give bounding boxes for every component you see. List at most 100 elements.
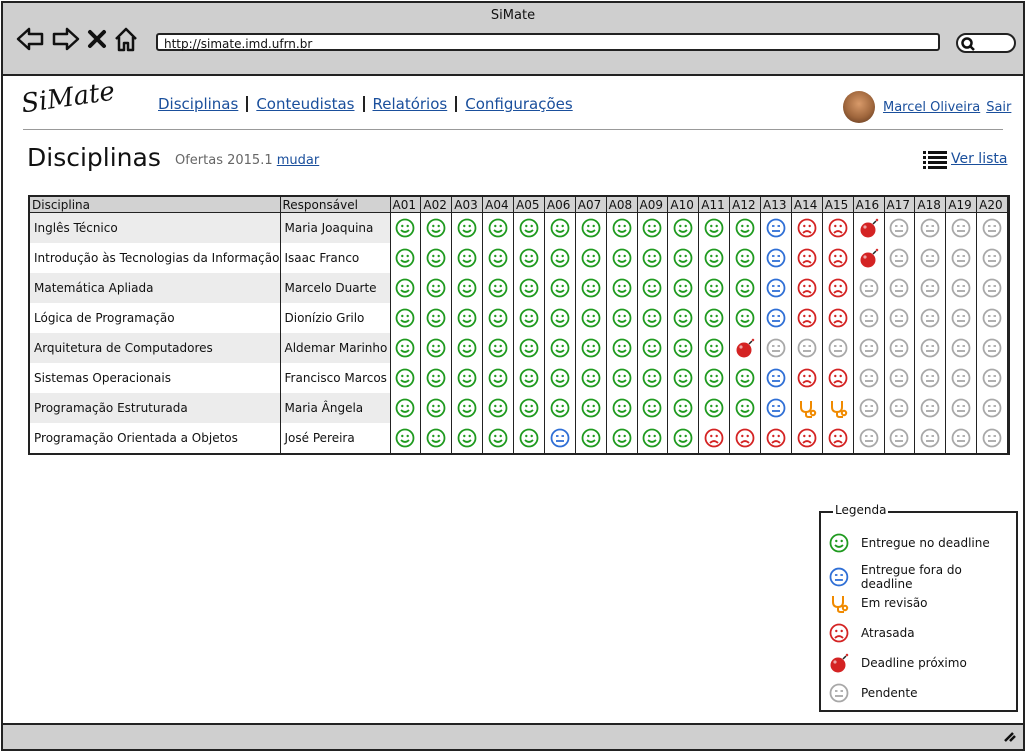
table-row[interactable]: Inglês Técnico Maria Joaquina [30, 212, 1008, 243]
discipline-cell[interactable]: Introdução às Tecnologias da Informação [30, 243, 281, 273]
activity-status-cell[interactable] [667, 273, 700, 303]
activity-status-cell[interactable] [482, 212, 514, 243]
home-icon[interactable] [113, 25, 139, 53]
activity-status-cell[interactable] [544, 363, 576, 393]
resize-grip-icon[interactable] [1003, 729, 1017, 743]
table-row[interactable]: Programação Estruturada Maria Ângela [30, 393, 1008, 423]
activity-status-cell[interactable] [575, 393, 607, 423]
activity-status-cell[interactable] [853, 212, 885, 243]
activity-status-cell[interactable] [698, 212, 731, 243]
activity-status-cell[interactable] [575, 333, 607, 363]
activity-status-cell[interactable] [853, 273, 885, 303]
logout-link[interactable]: Sair [986, 100, 1011, 115]
column-header-a05[interactable]: A05 [513, 197, 545, 213]
table-row[interactable]: Lógica de Programação Dionízio Grilo [30, 303, 1008, 333]
activity-status-cell[interactable] [575, 273, 607, 303]
activity-status-cell[interactable] [451, 333, 484, 363]
activity-status-cell[interactable] [513, 393, 545, 423]
activity-status-cell[interactable] [729, 393, 761, 423]
activity-status-cell[interactable] [760, 423, 792, 453]
activity-status-cell[interactable] [760, 393, 792, 423]
responsible-cell[interactable]: Marcelo Duarte [280, 273, 391, 303]
activity-status-cell[interactable] [667, 393, 700, 423]
activity-status-cell[interactable] [945, 243, 978, 273]
activity-status-cell[interactable] [667, 212, 700, 243]
responsible-cell[interactable]: Francisco Marcos [280, 363, 391, 393]
activity-status-cell[interactable] [482, 393, 514, 423]
activity-status-cell[interactable] [729, 423, 761, 453]
activity-status-cell[interactable] [698, 363, 731, 393]
activity-status-cell[interactable] [451, 273, 484, 303]
column-header-a11[interactable]: A11 [698, 197, 731, 213]
activity-status-cell[interactable] [390, 363, 422, 393]
change-offer-link[interactable]: mudar [277, 153, 319, 168]
activity-status-cell[interactable] [945, 303, 978, 333]
activity-status-cell[interactable] [729, 212, 761, 243]
activity-status-cell[interactable] [606, 303, 638, 333]
activity-status-cell[interactable] [853, 393, 885, 423]
column-header-a07[interactable]: A07 [575, 197, 607, 213]
activity-status-cell[interactable] [698, 423, 731, 453]
activity-status-cell[interactable] [544, 273, 576, 303]
activity-status-cell[interactable] [451, 243, 484, 273]
activity-status-cell[interactable] [698, 333, 731, 363]
activity-status-cell[interactable] [945, 212, 978, 243]
activity-status-cell[interactable] [667, 423, 700, 453]
activity-status-cell[interactable] [637, 243, 669, 273]
activity-status-cell[interactable] [544, 243, 576, 273]
activity-status-cell[interactable] [420, 303, 453, 333]
nav-disciplinas[interactable]: Disciplinas [158, 95, 238, 113]
activity-status-cell[interactable] [884, 363, 916, 393]
activity-status-cell[interactable] [513, 243, 545, 273]
activity-status-cell[interactable] [420, 212, 453, 243]
column-header-a19[interactable]: A19 [945, 197, 978, 213]
activity-status-cell[interactable] [791, 363, 823, 393]
activity-status-cell[interactable] [667, 333, 700, 363]
activity-status-cell[interactable] [451, 363, 484, 393]
activity-status-cell[interactable] [945, 423, 978, 453]
forward-icon[interactable] [51, 25, 81, 53]
activity-status-cell[interactable] [606, 212, 638, 243]
activity-status-cell[interactable] [637, 423, 669, 453]
activity-status-cell[interactable] [914, 243, 947, 273]
responsible-cell[interactable]: José Pereira [280, 423, 391, 453]
activity-status-cell[interactable] [791, 243, 823, 273]
activity-status-cell[interactable] [884, 212, 916, 243]
activity-status-cell[interactable] [637, 363, 669, 393]
activity-status-cell[interactable] [420, 393, 453, 423]
activity-status-cell[interactable] [606, 273, 638, 303]
column-header-a10[interactable]: A10 [667, 197, 700, 213]
activity-status-cell[interactable] [513, 363, 545, 393]
activity-status-cell[interactable] [760, 212, 792, 243]
activity-status-cell[interactable] [729, 363, 761, 393]
activity-status-cell[interactable] [945, 363, 978, 393]
activity-status-cell[interactable] [482, 423, 514, 453]
activity-status-cell[interactable] [482, 273, 514, 303]
column-header-a12[interactable]: A12 [729, 197, 761, 213]
activity-status-cell[interactable] [482, 303, 514, 333]
activity-status-cell[interactable] [791, 333, 823, 363]
activity-status-cell[interactable] [945, 273, 978, 303]
discipline-cell[interactable]: Lógica de Programação [30, 303, 281, 333]
activity-status-cell[interactable] [451, 393, 484, 423]
column-header-a20[interactable]: A20 [976, 197, 1008, 213]
activity-status-cell[interactable] [390, 333, 422, 363]
activity-status-cell[interactable] [606, 243, 638, 273]
discipline-cell[interactable]: Arquitetura de Computadores [30, 333, 281, 363]
activity-status-cell[interactable] [420, 243, 453, 273]
activity-status-cell[interactable] [575, 363, 607, 393]
discipline-cell[interactable]: Programação Estruturada [30, 393, 281, 423]
activity-status-cell[interactable] [884, 423, 916, 453]
activity-status-cell[interactable] [914, 273, 947, 303]
activity-status-cell[interactable] [544, 333, 576, 363]
activity-status-cell[interactable] [451, 303, 484, 333]
activity-status-cell[interactable] [390, 273, 422, 303]
activity-status-cell[interactable] [698, 303, 731, 333]
browser-search-input[interactable] [956, 33, 1016, 53]
activity-status-cell[interactable] [390, 243, 422, 273]
activity-status-cell[interactable] [637, 333, 669, 363]
column-header-a08[interactable]: A08 [606, 197, 638, 213]
activity-status-cell[interactable] [822, 333, 854, 363]
column-header-a14[interactable]: A14 [791, 197, 823, 213]
column-header-a06[interactable]: A06 [544, 197, 576, 213]
